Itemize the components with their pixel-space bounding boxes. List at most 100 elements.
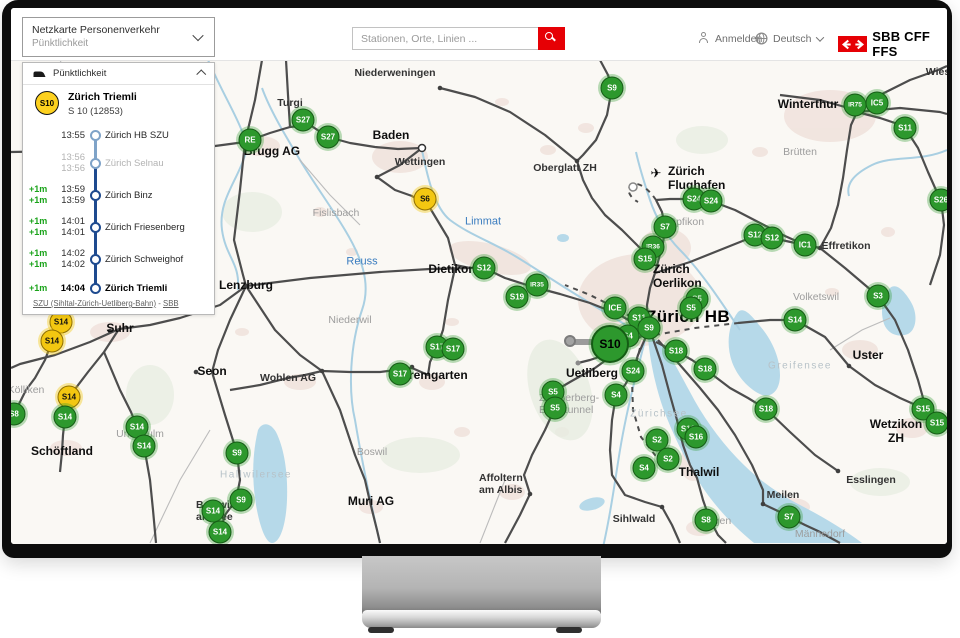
line-badge-s17[interactable]: S17 [442,338,465,361]
chevron-down-icon [192,30,203,41]
footer-separator: - [156,299,163,308]
line-badge-ir35[interactable]: IR35 [526,274,549,297]
line-badge-s4[interactable]: S4 [633,457,656,480]
line-badge-s4[interactable]: S4 [605,384,628,407]
operator-link[interactable]: SZU (Sihltal-Zürich-Uetliberg-Bahn) [33,299,156,308]
sbb-logo[interactable]: SBB CFF FFS [838,29,947,59]
monitor-base [362,610,601,628]
stop-node [90,283,101,294]
chevron-down-icon [815,33,823,41]
layer-dropdown[interactable]: Netzkarte Personenverkehr Pünktlichkeit [22,17,215,57]
stop-name: Zürich Schweighof [103,254,214,265]
line-badge-s19[interactable]: S19 [506,286,529,309]
globe-icon [755,32,768,45]
screen: NiederweningenTurgiBrugg AGBadenWettinge… [11,8,947,544]
line-badge-s5[interactable]: S5 [544,397,567,420]
line-badge-s24[interactable]: S24 [700,190,723,213]
line-badge-ic5[interactable]: IC5 [866,92,889,115]
stop-name: Zürich Selnau [103,158,214,169]
line-badge-s15[interactable]: S15 [926,412,948,435]
sbb-arrows-icon [838,36,867,52]
language-label: Deutsch [773,33,812,45]
panel-header-label: Pünktlichkeit [53,68,106,79]
line-badge-s18[interactable]: S18 [665,340,688,363]
line-badge-s3[interactable]: S3 [867,285,890,308]
stop-name: Zürich Triemli [103,283,214,294]
line-badge-s17[interactable]: S17 [389,363,412,386]
line-badge-s7[interactable]: S7 [654,216,677,239]
stop-row: +1m14:04Zürich Triemli [23,275,214,301]
line-badge-s14[interactable]: S14 [784,309,807,332]
layer-dropdown-title: Netzkarte Personenverkehr [32,24,160,36]
sbb-link[interactable]: SBB [163,299,179,308]
line-badge-s26[interactable]: S26 [930,189,948,212]
line-badge-s2[interactable]: S2 [657,448,680,471]
line-badge-s24[interactable]: S24 [622,360,645,383]
line-badge-s8[interactable]: S8 [11,403,26,426]
line-badge-s9[interactable]: S9 [601,77,624,100]
monitor-stand [362,556,601,614]
stop-name: Zürich HB SZU [103,130,214,141]
line-badge-s5[interactable]: S5 [680,297,703,320]
search-input[interactable] [352,27,538,50]
page: NiederweningenTurgiBrugg AGBadenWettinge… [0,0,960,638]
stop-row: 13:5613:56Zürich Selnau [23,147,214,179]
punctuality-panel: Pünktlichkeit S10 Zürich Triemli S 10 (1… [22,62,215,315]
login-button[interactable]: Anmelden [697,32,762,45]
line-badge-s16[interactable]: S16 [685,426,708,449]
search-bar [352,27,565,50]
monitor-foot-right [556,627,582,633]
line-badge-s14[interactable]: S14 [202,500,225,523]
line-badge-s11[interactable]: S11 [894,117,917,140]
line-badge-ic1[interactable]: IC1 [794,234,817,257]
stop-row: +1m+1m13:5913:59Zürich Binz [23,179,214,211]
train-position-knob [564,335,576,347]
line-badge-ice[interactable]: ICE [604,297,627,320]
layer-dropdown-subtitle: Pünktlichkeit [32,38,88,49]
line-badge-s27[interactable]: S27 [292,109,315,132]
line-badge-s12[interactable]: S12 [473,257,496,280]
line-badge-s14[interactable]: S14 [54,406,77,429]
line-badge-s15[interactable]: S15 [634,248,657,271]
stop-node [90,158,101,169]
line-badge-s8[interactable]: S8 [695,509,718,532]
panel-header[interactable]: Pünktlichkeit [23,63,214,85]
line-badge-s14[interactable]: S14 [41,330,64,353]
line-badge-s14[interactable]: S14 [209,521,232,544]
line-badge-re[interactable]: RE [239,129,262,152]
stop-row: 13:55Zürich HB SZU [23,123,214,147]
search-icon [545,32,553,40]
line-badge-s9[interactable]: S9 [226,442,249,465]
train-info: S10 Zürich Triemli S 10 (12853) [35,91,137,117]
line-badge-s18[interactable]: S18 [755,398,778,421]
line-badge-s10-selected[interactable]: S10 [591,325,629,363]
line-badge-ir75[interactable]: IR75 [844,94,867,117]
stop-node [90,222,101,233]
stop-node [90,190,101,201]
stop-row: +1m+1m14:0214:02Zürich Schweighof [23,243,214,275]
stop-row: +1m+1m14:0114:01Zürich Friesenberg [23,211,214,243]
line-badge-s18[interactable]: S18 [694,358,717,381]
line-badge-s7[interactable]: S7 [778,506,801,529]
search-button[interactable] [538,27,565,50]
line-badge-s9[interactable]: S9 [230,489,253,512]
train-title: Zürich Triemli [68,91,137,103]
line-badge-s10-panel: S10 [35,91,59,115]
stops-list: 13:55Zürich HB SZU13:5613:56Zürich Selna… [23,123,214,301]
stop-node [90,254,101,265]
train-icon [33,69,46,78]
monitor-bezel: NiederweningenTurgiBrugg AGBadenWettinge… [2,0,952,558]
line-badge-s9[interactable]: S9 [638,317,661,340]
train-number: S 10 (12853) [68,106,137,117]
line-badge-s14[interactable]: S14 [133,435,156,458]
panel-footer: SZU (Sihltal-Zürich-Uetliberg-Bahn) - SB… [33,299,179,308]
language-selector[interactable]: Deutsch [755,32,823,45]
line-badge-s12[interactable]: S12 [761,227,784,250]
sbb-logo-text: SBB CFF FFS [872,29,947,59]
user-icon [697,32,710,45]
line-badge-s6[interactable]: S6 [414,188,437,211]
stop-name: Zürich Binz [103,190,214,201]
stop-node [90,130,101,141]
line-badge-s27[interactable]: S27 [317,126,340,149]
chevron-up-icon [196,70,205,79]
